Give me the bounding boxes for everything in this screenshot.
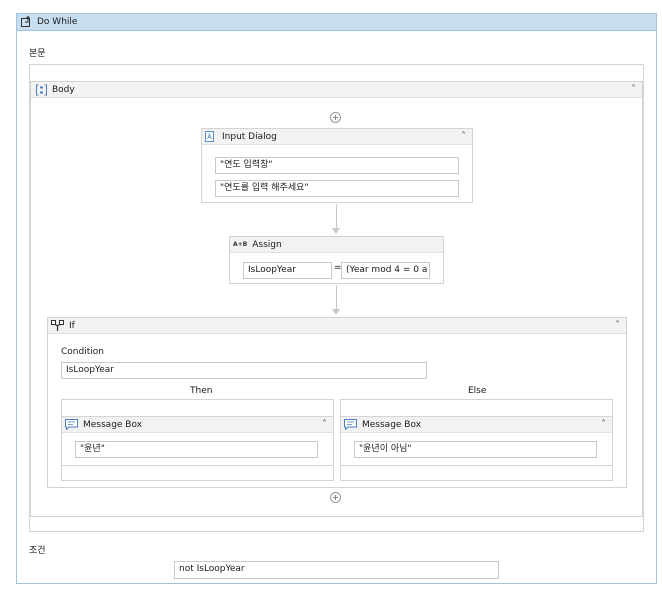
- assign-title: Assign: [252, 239, 282, 250]
- body-collapse-icon[interactable]: ˄: [631, 84, 636, 95]
- message-icon: [344, 419, 357, 430]
- input-dialog-collapse-icon[interactable]: ˄: [461, 131, 466, 142]
- then-branch[interactable]: Message Box ˄ "윤년": [61, 399, 334, 481]
- input-dialog-title: Input Dialog: [222, 131, 277, 142]
- body-section-label: 본문: [29, 49, 46, 59]
- message-icon: [65, 419, 78, 430]
- input-dialog-header[interactable]: Input Dialog ˄: [202, 129, 472, 145]
- do-while-condition-field[interactable]: not IsLoopYear: [174, 561, 499, 579]
- if-activity[interactable]: If ˄ Condition IsLoopYear Then Else Mess…: [47, 317, 627, 488]
- message-box-else[interactable]: Message Box ˄ "윤년이 아님": [340, 416, 613, 466]
- assign-activity[interactable]: A+B Assign IsLoopYear = (Year mod 4 = 0 …: [229, 236, 444, 284]
- do-while-icon: [20, 16, 32, 28]
- if-header[interactable]: If ˄: [48, 318, 626, 334]
- assign-value-field[interactable]: (Year mod 4 = 0 a: [341, 262, 430, 279]
- body-title: Body: [52, 84, 75, 95]
- message-box-then[interactable]: Message Box ˄ "윤년": [61, 416, 334, 466]
- connector-arrow: [332, 228, 340, 234]
- connector-line: [336, 204, 337, 228]
- input-dialog-activity[interactable]: Input Dialog ˄ "연도 입력창" "연도를 입력 해주세요": [201, 128, 473, 203]
- add-activity-bottom-icon[interactable]: [330, 492, 341, 503]
- if-icon: [51, 319, 64, 332]
- input-dialog-icon: [205, 131, 215, 142]
- if-title: If: [69, 320, 75, 331]
- assign-header[interactable]: A+B Assign: [230, 237, 443, 253]
- else-label: Else: [468, 386, 487, 396]
- if-condition-field[interactable]: IsLoopYear: [61, 362, 427, 379]
- if-collapse-icon[interactable]: ˄: [615, 320, 620, 331]
- message-box-else-title: Message Box: [362, 419, 422, 430]
- add-activity-top-icon[interactable]: [330, 112, 341, 123]
- assign-icon: A+B: [233, 241, 248, 248]
- message-box-else-collapse-icon[interactable]: ˄: [601, 419, 606, 430]
- connector-line: [336, 285, 337, 310]
- message-box-then-collapse-icon[interactable]: ˄: [322, 419, 327, 430]
- body-header[interactable]: Body ˄: [31, 82, 642, 98]
- connector-arrow: [332, 309, 340, 315]
- condition-section-label: 조건: [29, 546, 46, 556]
- dialog-label-field[interactable]: "연도를 입력 해주세요": [215, 180, 459, 197]
- do-while-title: Do While: [37, 17, 78, 27]
- message-then-text-field[interactable]: "윤년": [75, 441, 318, 458]
- then-label: Then: [190, 386, 213, 396]
- do-while-header[interactable]: Do While: [17, 14, 656, 31]
- message-box-else-header[interactable]: Message Box ˄: [341, 417, 612, 433]
- sequence-icon: [36, 84, 47, 96]
- assign-to-field[interactable]: IsLoopYear: [243, 262, 332, 279]
- dialog-title-field[interactable]: "연도 입력창": [215, 157, 459, 174]
- if-condition-label: Condition: [61, 347, 104, 357]
- message-box-then-header[interactable]: Message Box ˄: [62, 417, 333, 433]
- else-branch[interactable]: Message Box ˄ "윤년이 아님": [340, 399, 613, 481]
- message-box-then-title: Message Box: [83, 419, 143, 430]
- message-else-text-field[interactable]: "윤년이 아님": [354, 441, 597, 458]
